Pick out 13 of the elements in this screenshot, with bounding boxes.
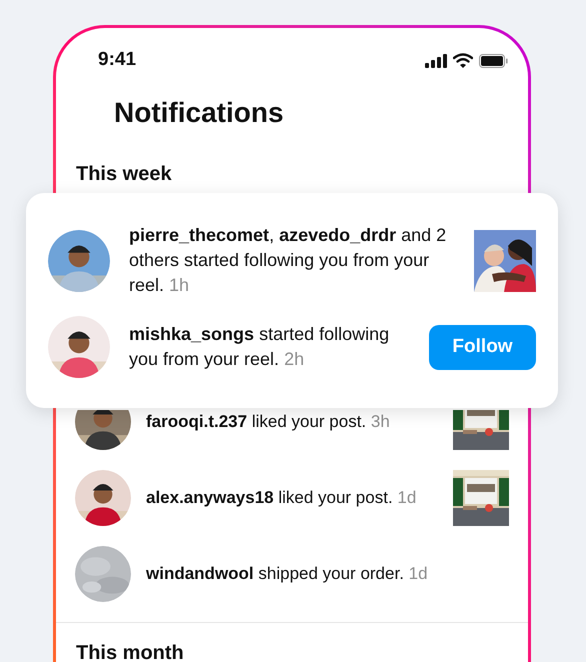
status-time: 9:41 <box>98 48 136 72</box>
battery-icon <box>479 54 508 68</box>
notification-text: mishka_songs started following you from your reel. 2h <box>129 323 390 371</box>
notification-text: windandwool shipped your order. 1d <box>146 563 429 585</box>
notification-text: pierre_thecomet, azevedo_drdr and 2 others started following you from your reel. 1h <box>129 224 448 297</box>
page-title: Notifications <box>113 96 285 130</box>
signal-icon <box>425 54 447 68</box>
wifi-icon <box>453 53 473 68</box>
notification-text: farooqi.t.237 liked your post. 3h <box>146 411 391 433</box>
section-heading: This week <box>75 162 173 187</box>
follow-button[interactable]: Follow <box>429 324 536 370</box>
section-heading: This month <box>75 641 185 662</box>
notification-text: alex.anyways18 liked your post. 1d <box>146 487 418 509</box>
